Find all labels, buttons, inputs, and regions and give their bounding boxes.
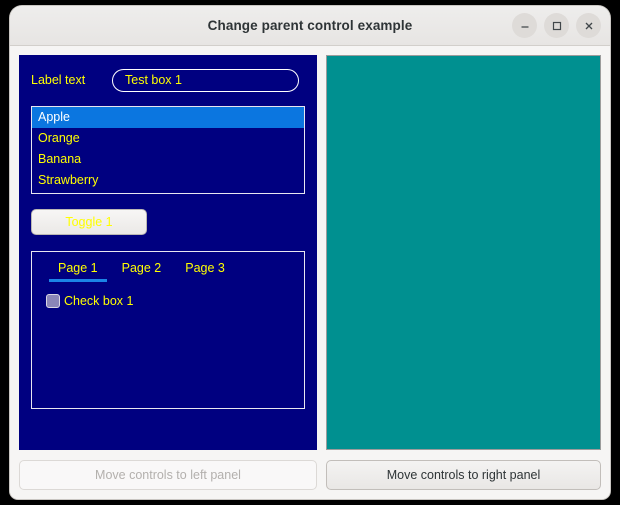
move-controls-right-button[interactable]: Move controls to right panel [326,460,601,490]
maximize-button[interactable] [544,13,569,38]
list-item[interactable]: Strawberry [32,170,304,191]
application-window: Change parent control example [10,6,610,499]
bottom-button-bar: Move controls to left panel Move control… [19,460,601,490]
client-area: Label text Apple Orange Banana Strawberr… [10,46,610,499]
notebook-tabs: Page 1 Page 2 Page 3 [32,252,304,282]
label-text: Label text [31,73,112,87]
check-box-row[interactable]: Check box 1 [46,294,304,308]
minimize-icon [519,20,531,32]
label-entry-row: Label text [31,67,305,93]
minimize-button[interactable] [512,13,537,38]
notebook: Page 1 Page 2 Page 3 Check box 1 [31,251,305,409]
notebook-page-content: Check box 1 [32,282,304,308]
panels-container: Label text Apple Orange Banana Strawberr… [19,55,601,450]
text-box-input[interactable] [112,69,299,92]
maximize-icon [551,20,563,32]
title-bar: Change parent control example [10,6,610,46]
check-box-label: Check box 1 [64,294,133,308]
right-panel[interactable] [326,55,601,450]
list-item[interactable]: Orange [32,128,304,149]
check-box-1[interactable] [46,294,60,308]
close-button[interactable] [576,13,601,38]
tab-page-3[interactable]: Page 3 [173,261,237,282]
window-title: Change parent control example [208,18,413,33]
list-item[interactable]: Apple [32,107,304,128]
tab-page-1[interactable]: Page 1 [46,261,110,282]
close-icon [583,20,595,32]
window-controls [512,6,601,45]
move-controls-left-button[interactable]: Move controls to left panel [19,460,317,490]
list-box[interactable]: Apple Orange Banana Strawberry [31,106,305,194]
toggle-button[interactable]: Toggle 1 [31,209,147,235]
list-item[interactable]: Banana [32,149,304,170]
tab-page-2[interactable]: Page 2 [110,261,174,282]
left-panel[interactable]: Label text Apple Orange Banana Strawberr… [19,55,317,450]
